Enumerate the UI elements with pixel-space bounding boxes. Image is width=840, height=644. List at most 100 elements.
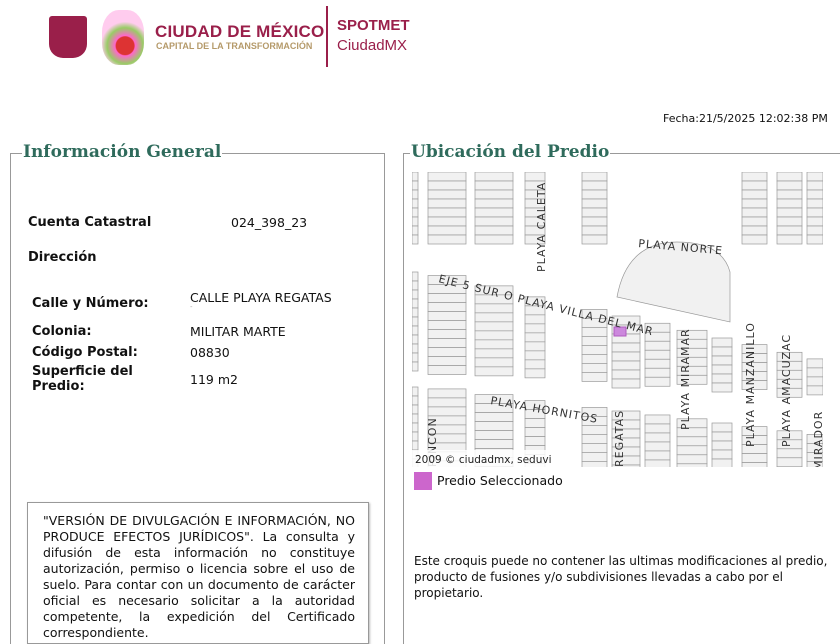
superficie-value: 119 m2 xyxy=(190,372,238,387)
app-subname: CiudadMX xyxy=(337,37,407,54)
map-lot xyxy=(412,405,418,414)
map-lot xyxy=(712,450,732,459)
map-lot xyxy=(582,235,607,244)
map-lot xyxy=(428,208,466,217)
map-lot xyxy=(807,172,823,181)
map-lot xyxy=(582,345,607,354)
map-lot xyxy=(582,190,607,199)
map-lot xyxy=(412,387,418,396)
map-lot xyxy=(777,449,802,458)
map-lot xyxy=(475,331,513,340)
map-lot xyxy=(712,365,732,374)
map-lot xyxy=(645,442,670,451)
map-lot xyxy=(645,341,670,350)
map-lot xyxy=(582,452,607,461)
map-lot xyxy=(612,343,640,352)
map-lot xyxy=(428,294,466,303)
location-title: Ubicación del Predio xyxy=(410,142,610,162)
map-lot xyxy=(475,235,513,244)
map-lot xyxy=(412,199,418,208)
map-lot xyxy=(428,321,466,330)
map-lot xyxy=(742,226,767,235)
map-lot xyxy=(582,181,607,190)
location-map[interactable]: PLAYA CALETA PLAYA NORTE EJE 5 SUR O PLA… xyxy=(412,172,823,467)
map-lot xyxy=(428,398,466,407)
logo-divider xyxy=(326,6,328,67)
map-lot xyxy=(645,460,670,467)
street-label: MIRADOR xyxy=(812,411,823,467)
map-lot xyxy=(807,235,823,244)
map-lot xyxy=(742,199,767,208)
calle-extra: - xyxy=(190,303,193,311)
map-lot xyxy=(412,317,418,326)
map-lot xyxy=(712,338,732,347)
superficie-label: Superficie del Predio: xyxy=(32,364,152,394)
map-copyright: 2009 © ciudadmx, seduvi xyxy=(415,454,552,466)
map-lot xyxy=(645,424,670,433)
street-label: PLAYA AMACUZAC xyxy=(780,334,793,447)
map-lot xyxy=(807,208,823,217)
map-lot xyxy=(428,199,466,208)
map-lot xyxy=(645,368,670,377)
colonia-value: MILITAR MARTE xyxy=(190,324,286,339)
map-lot xyxy=(525,333,545,342)
map-lot xyxy=(807,199,823,208)
map-lot xyxy=(475,172,513,181)
map-lot xyxy=(525,369,545,378)
map-lot xyxy=(475,349,513,358)
map-lot xyxy=(582,226,607,235)
map-lot xyxy=(412,208,418,217)
map-lot xyxy=(428,303,466,312)
map-lot xyxy=(525,351,545,360)
map-lot xyxy=(475,440,513,449)
map-lot xyxy=(412,190,418,199)
map-lot xyxy=(475,208,513,217)
map-lot xyxy=(742,172,767,181)
map-lot xyxy=(777,172,802,181)
map-lot xyxy=(475,190,513,199)
map-lot xyxy=(412,272,418,281)
map-lot xyxy=(582,443,607,452)
map-lot xyxy=(582,363,607,372)
map-lot xyxy=(742,181,767,190)
map-lot xyxy=(807,226,823,235)
map-lot xyxy=(777,226,802,235)
map-lot xyxy=(612,370,640,379)
street-label: PLAYA MANZANILLO xyxy=(744,322,757,447)
map-lot xyxy=(428,172,466,181)
map-lot xyxy=(742,217,767,226)
map-lot xyxy=(428,348,466,357)
street-label: REGATAS xyxy=(613,410,626,467)
map-lot xyxy=(807,181,823,190)
map-lot xyxy=(412,432,418,441)
map-lot xyxy=(412,326,418,335)
map-lot xyxy=(428,407,466,416)
map-lot xyxy=(807,217,823,226)
map-lot xyxy=(475,431,513,440)
map-lot xyxy=(742,208,767,217)
map-lot xyxy=(677,446,707,455)
map-lot xyxy=(412,396,418,405)
map-lot xyxy=(582,172,607,181)
map-lot xyxy=(525,324,545,333)
map-lot xyxy=(712,383,732,392)
map-lot xyxy=(525,360,545,369)
map-lot xyxy=(525,315,545,324)
calle-label: Calle y Número: xyxy=(32,296,149,311)
map-lot xyxy=(807,377,823,386)
map-lot xyxy=(742,235,767,244)
map-lot xyxy=(475,226,513,235)
map-lot xyxy=(777,217,802,226)
map-lot xyxy=(428,330,466,339)
map-lot xyxy=(525,342,545,351)
cuenta-label: Cuenta Catastral xyxy=(28,215,151,230)
map-lot xyxy=(412,226,418,235)
map-lot xyxy=(412,172,418,181)
map-lot xyxy=(582,208,607,217)
map-note: Este croquis puede no contener las ultim… xyxy=(414,553,830,601)
map-lot xyxy=(475,304,513,313)
map-lot xyxy=(645,451,670,460)
map-lot xyxy=(412,362,418,371)
map-lot xyxy=(475,358,513,367)
map-lot xyxy=(428,312,466,321)
